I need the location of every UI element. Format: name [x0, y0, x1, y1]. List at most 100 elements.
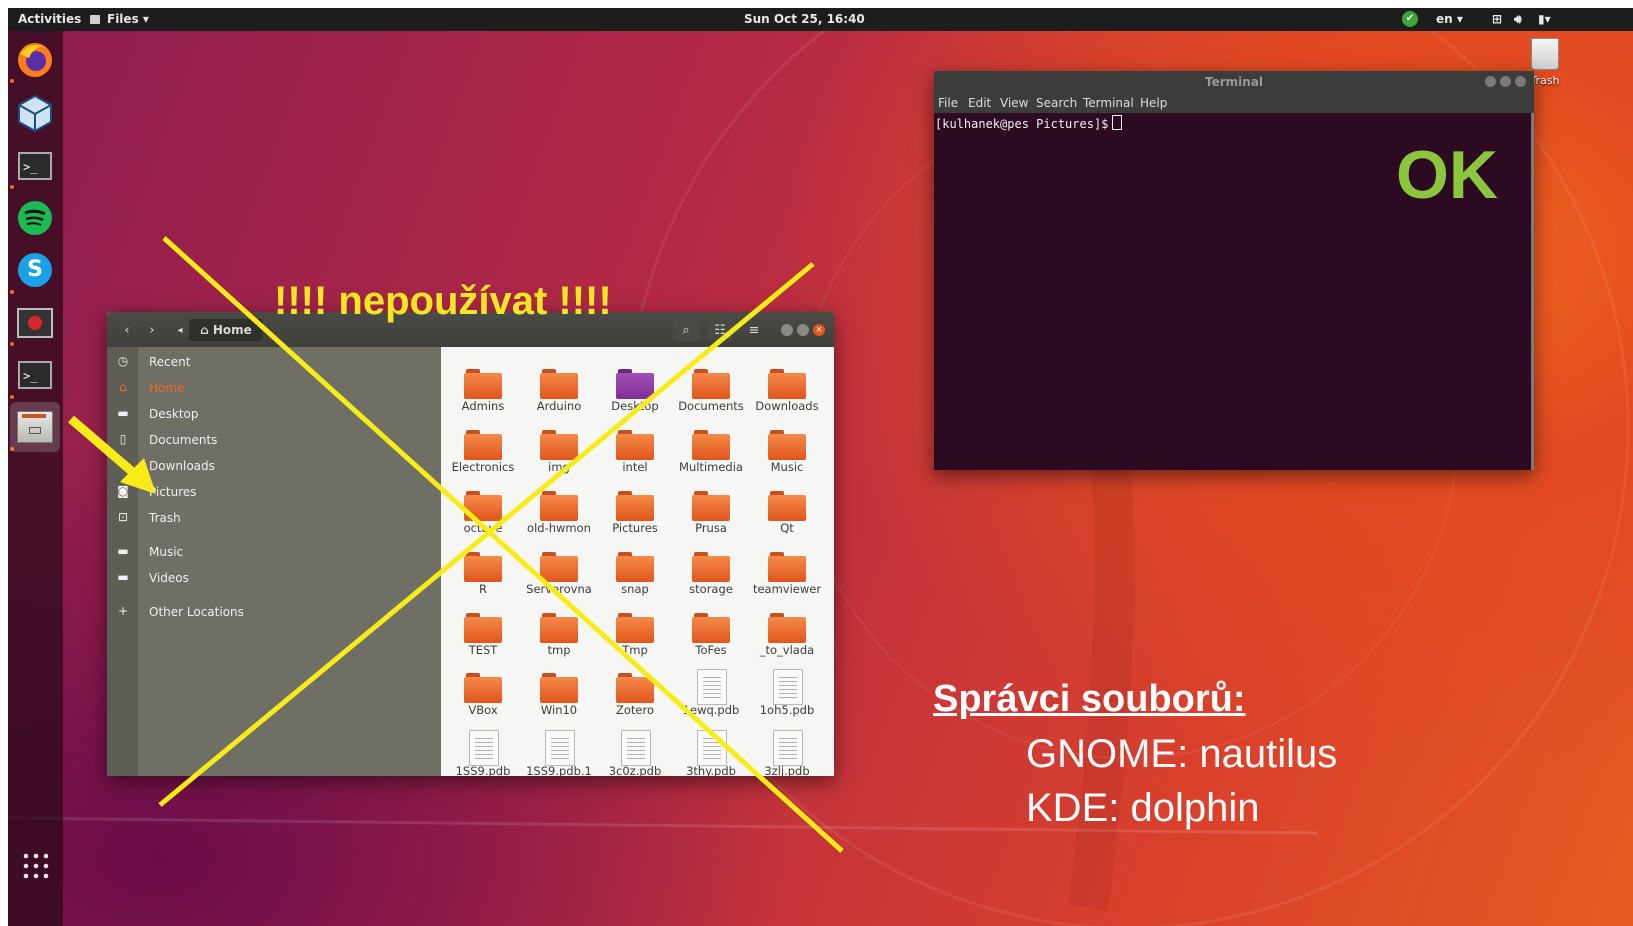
vm-icon[interactable]	[14, 302, 56, 344]
show-apps-icon[interactable]	[23, 853, 49, 879]
volume-icon[interactable]: 🔊︎	[1514, 12, 1522, 27]
minimize-button[interactable]	[781, 324, 793, 336]
file-item[interactable]: ToFes	[673, 603, 749, 663]
file-item[interactable]: Downloads	[749, 359, 825, 419]
menu-help[interactable]: Help	[1140, 96, 1167, 110]
file-item[interactable]: Electronics	[445, 420, 521, 480]
sidebar-item-trash[interactable]: ⊡ Trash	[107, 506, 441, 530]
clock[interactable]: Sun Oct 25, 16:40	[744, 12, 865, 26]
file-item[interactable]: intel	[597, 420, 673, 480]
sidebar-item-desktop[interactable]: ▬ Desktop	[107, 402, 441, 426]
battery-icon[interactable]: ▮▾	[1538, 12, 1551, 26]
file-item[interactable]: Admins	[445, 359, 521, 419]
file-item[interactable]: storage	[673, 542, 749, 602]
file-item[interactable]: snap	[597, 542, 673, 602]
file-item[interactable]: 3c0z.pdb	[597, 724, 673, 776]
ok-annotation: OK	[1396, 137, 1498, 213]
folder-icon	[464, 487, 502, 521]
file-item[interactable]: VBox	[445, 663, 521, 723]
files-icon[interactable]	[10, 402, 60, 452]
sidebar-item-other-locations[interactable]: + Other Locations	[107, 600, 441, 624]
update-check-icon[interactable]: ✔	[1402, 11, 1418, 27]
file-item[interactable]: 3thy.pdb	[673, 724, 749, 776]
close-button[interactable]: ×	[813, 324, 825, 336]
desktop-folder-icon	[616, 365, 654, 399]
language-selector[interactable]: en ▾	[1436, 12, 1463, 26]
sidebar-item-home[interactable]: ⌂ Home	[107, 376, 441, 400]
menu-button[interactable]: ≡	[743, 319, 765, 341]
firefox-icon[interactable]	[14, 39, 56, 81]
scrollbar[interactable]	[1531, 113, 1534, 470]
folder-icon	[692, 365, 730, 399]
file-item[interactable]: Zotero	[597, 663, 673, 723]
file-item[interactable]: 1ewq.pdb	[673, 663, 749, 723]
sidebar-item-music[interactable]: ▬ Music	[107, 540, 441, 564]
file-item[interactable]: TEST	[445, 603, 521, 663]
terminal-icon[interactable]: >_	[14, 354, 56, 396]
file-item[interactable]: teamviewer	[749, 542, 825, 602]
folder-icon	[768, 365, 806, 399]
maximize-button[interactable]	[797, 324, 809, 336]
file-item[interactable]: Desktop	[597, 359, 673, 419]
file-item[interactable]: img	[521, 420, 597, 480]
path-left-arrow[interactable]: ◂	[173, 319, 187, 341]
sidebar-item-videos[interactable]: ▬ Videos	[107, 566, 441, 590]
file-item[interactable]: Tmp	[597, 603, 673, 663]
file-item[interactable]: Multimedia	[673, 420, 749, 480]
file-name: 3c0z.pdb	[608, 764, 662, 776]
spotify-icon[interactable]	[14, 197, 56, 239]
file-item[interactable]: old-hwmon	[521, 481, 597, 541]
sidebar-item-pictures[interactable]: ◙ Pictures	[107, 480, 441, 504]
back-button[interactable]: ‹	[116, 319, 138, 341]
file-item[interactable]: octave	[445, 481, 521, 541]
file-name: Pictures	[612, 521, 658, 535]
sidebar-item-documents[interactable]: ▯ Documents	[107, 428, 441, 452]
search-icon: ⌕	[682, 322, 690, 338]
network-icon[interactable]: ⊞	[1492, 12, 1502, 26]
file-manager-window: ‹ › ◂ ⌂ Home ⌕ ☷ ≡ × ◷ Recent ⌂ Home ▬ Desktop…	[107, 312, 834, 776]
minimize-button[interactable]	[1485, 76, 1496, 87]
file-item[interactable]: Pictures	[597, 481, 673, 541]
file-item[interactable]: R	[445, 542, 521, 602]
file-item[interactable]: Win10	[521, 663, 597, 723]
path-home-button[interactable]: ⌂ Home	[189, 319, 263, 341]
search-button[interactable]: ⌕	[673, 319, 699, 341]
file-name: storage	[689, 582, 733, 596]
file-item[interactable]: _to_vlada	[749, 603, 825, 663]
app-menu-button[interactable]: Files ▾	[107, 12, 149, 26]
close-button[interactable]	[1515, 76, 1526, 87]
file-item[interactable]: Prusa	[673, 481, 749, 541]
terminal-icon[interactable]: >_	[14, 145, 56, 187]
file-item[interactable]: Qt	[749, 481, 825, 541]
maximize-button[interactable]	[1500, 76, 1511, 87]
kde-line: KDE: dolphin	[1026, 786, 1260, 830]
activities-button[interactable]: Activities	[18, 12, 81, 26]
hamburger-icon: ≡	[748, 322, 760, 338]
file-item[interactable]: Serverovna	[521, 542, 597, 602]
running-indicator	[10, 395, 14, 399]
file-item[interactable]: 1SS9.pdb	[445, 724, 521, 776]
heading-annotation: Správci souborů:	[933, 678, 1246, 720]
virtualbox-icon[interactable]	[14, 92, 56, 134]
file-item[interactable]: 3zlj.pdb	[749, 724, 825, 776]
file-item[interactable]: Music	[749, 420, 825, 480]
folder-icon	[464, 426, 502, 460]
menu-search[interactable]: Search	[1036, 96, 1077, 110]
folder-icon	[464, 548, 502, 582]
file-item[interactable]: tmp	[521, 603, 597, 663]
sidebar-item-downloads[interactable]: ⇩ Downloads	[107, 454, 441, 478]
view-toggle-button[interactable]: ☷	[707, 319, 733, 341]
file-name: R	[479, 582, 487, 596]
menu-terminal[interactable]: Terminal	[1083, 96, 1134, 110]
file-item[interactable]: 1oh5.pdb	[749, 663, 825, 723]
forward-button[interactable]: ›	[141, 319, 163, 341]
skype-icon[interactable]: S	[14, 249, 56, 291]
menu-edit[interactable]: Edit	[968, 96, 991, 110]
file-item[interactable]: 1SS9.pdb.1	[521, 724, 597, 776]
file-name: 3thy.pdb	[686, 764, 736, 776]
sidebar-item-recent[interactable]: ◷ Recent	[107, 350, 441, 374]
menu-view[interactable]: View	[1000, 96, 1028, 110]
menu-file[interactable]: File	[938, 96, 958, 110]
file-item[interactable]: Arduino	[521, 359, 597, 419]
file-item[interactable]: Documents	[673, 359, 749, 419]
